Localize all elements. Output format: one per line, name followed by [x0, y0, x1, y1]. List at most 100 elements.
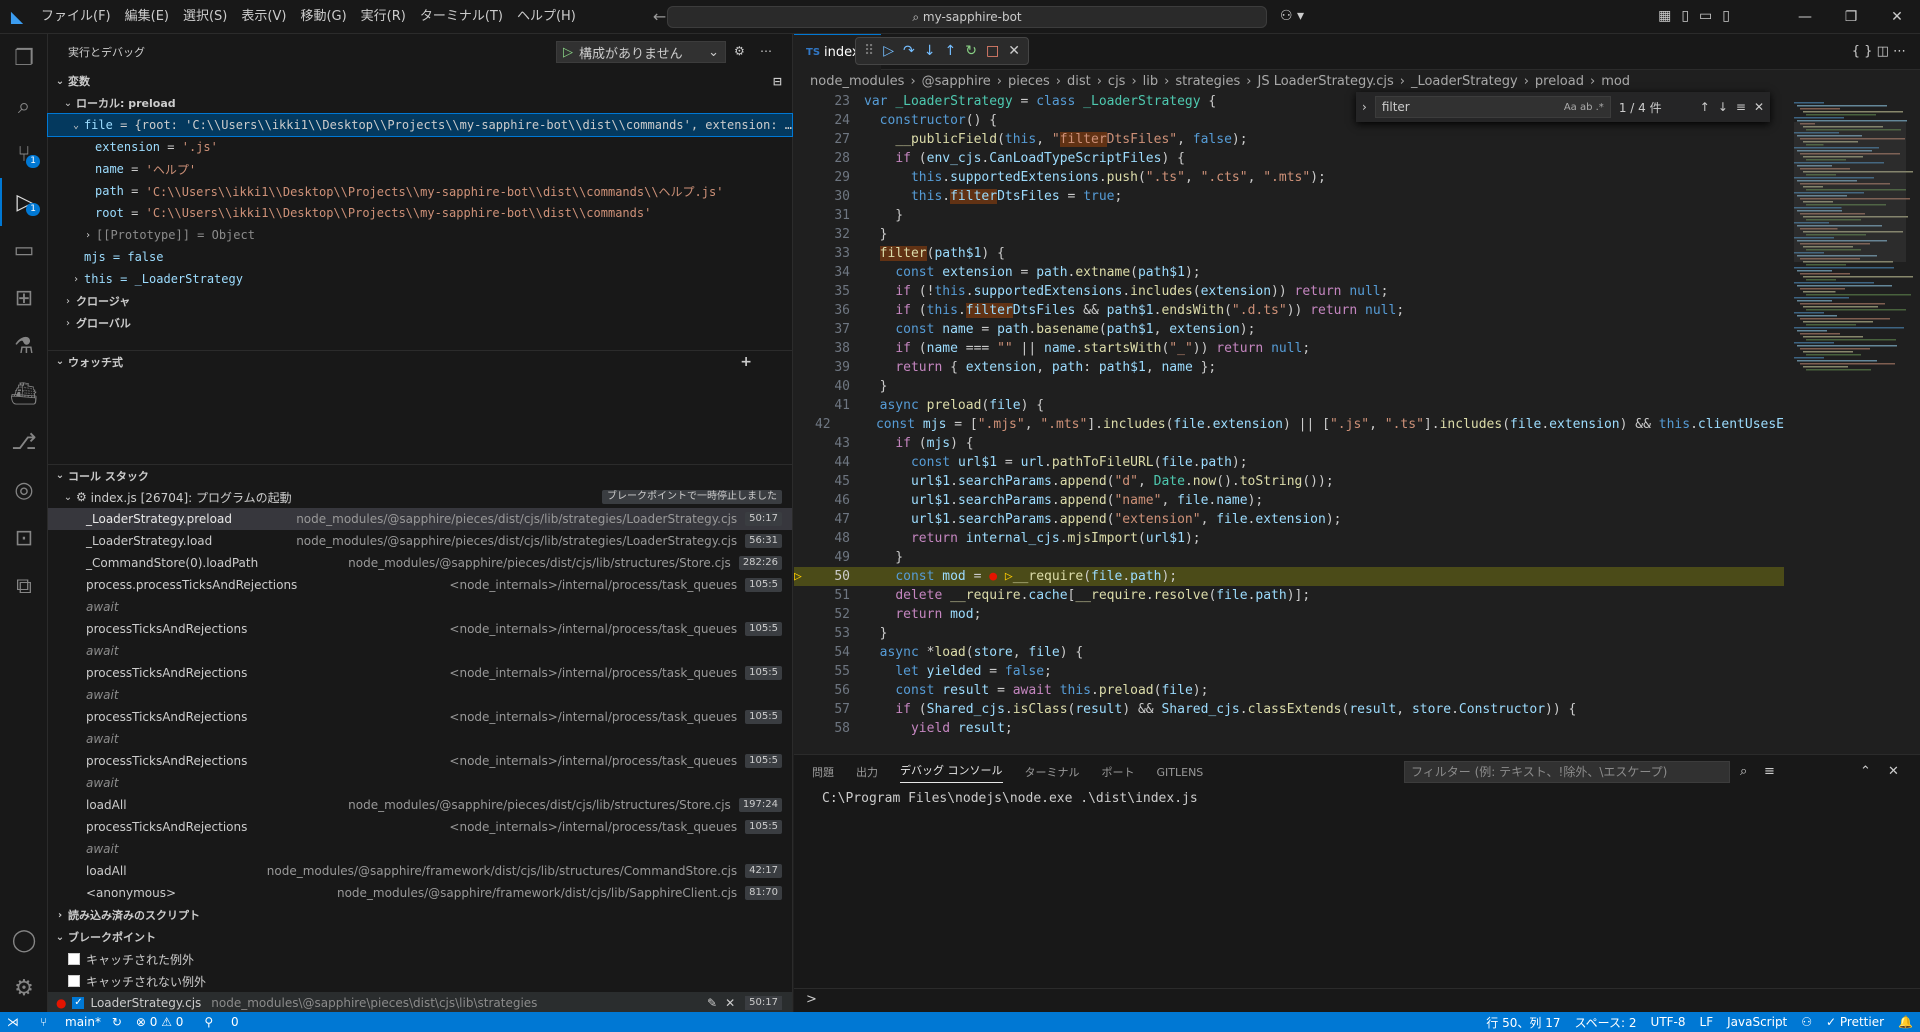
edit-breakpoint-icon[interactable]: ✎: [707, 996, 717, 1010]
breadcrumb-item[interactable]: strategies: [1175, 74, 1240, 89]
split-editor-icon[interactable]: { } ◫ ⋯: [1852, 44, 1906, 59]
gutter[interactable]: [794, 168, 808, 187]
close-panel-icon[interactable]: ✕: [1888, 764, 1899, 779]
gutter[interactable]: [794, 681, 808, 700]
step-over-icon[interactable]: ↷: [903, 43, 915, 59]
gutter[interactable]: [794, 244, 808, 263]
minimap[interactable]: [1784, 92, 1920, 754]
gutter[interactable]: [794, 149, 808, 168]
code-line[interactable]: 43 if (mjs) {: [794, 434, 1784, 453]
gutter[interactable]: [794, 491, 808, 510]
search-view-icon[interactable]: ⌕: [0, 82, 48, 130]
drag-handle-icon[interactable]: ⠿: [864, 43, 874, 59]
code-line[interactable]: 30 this.filterDtsFiles = true;: [794, 187, 1784, 206]
minimap-viewport[interactable]: [1794, 122, 1906, 262]
code-line[interactable]: 49 }: [794, 548, 1784, 567]
gutter[interactable]: [794, 700, 808, 719]
code-line[interactable]: 39 return { extension, path: path$1, nam…: [794, 358, 1784, 377]
variable-row[interactable]: extension = '.js': [48, 136, 792, 158]
callstack-frame[interactable]: processTicksAndRejections <node_internals…: [48, 750, 792, 772]
menu-selection[interactable]: 選択(S): [176, 0, 234, 34]
code-line[interactable]: 45 url$1.searchParams.append("d", Date.n…: [794, 472, 1784, 491]
gutter[interactable]: [794, 529, 808, 548]
find-input[interactable]: filter Aa ab .*: [1374, 96, 1611, 118]
breadcrumb-item[interactable]: dist: [1067, 74, 1091, 89]
language-mode[interactable]: JavaScript: [1720, 1015, 1794, 1029]
restart-icon[interactable]: ↻: [965, 43, 977, 59]
gutter[interactable]: [794, 130, 808, 149]
tab-output[interactable]: 出力: [856, 764, 878, 780]
errors-status[interactable]: ⊗ 0 ⚠ 0: [129, 1015, 191, 1029]
copilot-status-icon[interactable]: ⚇: [1794, 1015, 1819, 1029]
find-options[interactable]: Aa ab .*: [1564, 102, 1604, 113]
extra-view-icon[interactable]: ⧉: [0, 562, 48, 610]
gear-icon[interactable]: ⚙: [734, 44, 745, 58]
code-line[interactable]: 58 yield result;: [794, 719, 1784, 738]
remote-explorer-icon[interactable]: ▭: [0, 226, 48, 274]
tab-ports[interactable]: ポート: [1102, 764, 1135, 780]
play-icon[interactable]: ▷: [563, 45, 573, 60]
back-arrow-icon[interactable]: ←: [653, 7, 666, 26]
variable-row[interactable]: root = 'C:\\Users\\ikki1\\Desktop\\Proje…: [48, 202, 792, 224]
menu-go[interactable]: 移動(G): [293, 0, 353, 34]
gutter[interactable]: [794, 92, 808, 111]
gutter[interactable]: [794, 320, 808, 339]
callstack-frame[interactable]: _LoaderStrategy.preload node_modules/@sap…: [48, 508, 792, 530]
code-line[interactable]: 29 this.supportedExtensions.push(".ts", …: [794, 168, 1784, 187]
tab-terminal[interactable]: ターミナル: [1025, 764, 1080, 780]
source-control-icon[interactable]: ⑂ 1: [0, 130, 48, 178]
breakpoints-section-header[interactable]: ⌄ ブレークポイント: [48, 926, 792, 948]
callstack-frame[interactable]: loadAll node_modules/@sapphire/pieces/dis…: [48, 794, 792, 816]
checkbox-checked[interactable]: ✓: [72, 997, 85, 1009]
callstack-frame[interactable]: loadAll node_modules/@sapphire/framework/…: [48, 860, 792, 882]
code-line[interactable]: 32 }: [794, 225, 1784, 244]
breadcrumb-item[interactable]: @sapphire: [922, 74, 991, 89]
breadcrumb-item[interactable]: _LoaderStrategy: [1411, 74, 1518, 89]
breadcrumb-item[interactable]: pieces: [1008, 74, 1050, 89]
global-scope-row[interactable]: › グローバル: [48, 312, 792, 334]
thread-row[interactable]: ⌄ ⚙ index.js [26704]: プログラムの起動 ブレークポイントで…: [48, 486, 792, 508]
gutter[interactable]: [794, 643, 808, 662]
restore-icon[interactable]: ❐: [1828, 0, 1874, 34]
remove-breakpoint-icon[interactable]: ✕: [725, 996, 735, 1010]
ports-status[interactable]: ⚲ 0: [190, 1015, 252, 1029]
account-icon[interactable]: ◯: [0, 916, 48, 964]
checkbox[interactable]: [68, 975, 80, 987]
tab-problems[interactable]: 問題: [812, 764, 834, 780]
gitlens-icon[interactable]: ⎇: [0, 418, 48, 466]
menu-view[interactable]: 表示(V): [234, 0, 293, 34]
code-line[interactable]: 56 const result = await this.preload(fil…: [794, 681, 1784, 700]
gutter[interactable]: [794, 719, 808, 738]
callstack-frame[interactable]: <anonymous> node_modules/@sapphire/framew…: [48, 882, 792, 904]
code-line[interactable]: 44 const url$1 = url.pathToFileURL(file.…: [794, 453, 1784, 472]
gutter[interactable]: [794, 339, 808, 358]
remote-icon[interactable]: ⋊: [0, 1015, 26, 1029]
breakpoint-uncaught-row[interactable]: キャッチされない例外: [48, 970, 792, 992]
indentation[interactable]: スペース: 2: [1567, 1014, 1643, 1031]
variable-row[interactable]: name = 'ヘルプ': [48, 158, 792, 180]
closure-scope-row[interactable]: › クロージャ: [48, 290, 792, 312]
git-graph-icon[interactable]: ◎: [0, 466, 48, 514]
gutter[interactable]: [794, 472, 808, 491]
manage-gear-icon[interactable]: ⚙: [0, 964, 48, 1012]
breadcrumb-item[interactable]: lib: [1143, 74, 1158, 89]
code-line[interactable]: 28 if (env_cjs.CanLoadTypeScriptFiles) {: [794, 149, 1784, 168]
maximize-panel-icon[interactable]: ⌃: [1860, 764, 1871, 779]
toggle-secondary-sidebar-icon[interactable]: ▯: [1722, 8, 1730, 24]
code-line[interactable]: 55 let yielded = false;: [794, 662, 1784, 681]
callstack-frame[interactable]: process.processTicksAndRejections <node_i…: [48, 574, 792, 596]
code-line[interactable]: 27 __publicField(this, "filterDtsFiles",…: [794, 130, 1784, 149]
gutter[interactable]: [794, 225, 808, 244]
more-actions-icon[interactable]: ⋯: [760, 44, 772, 58]
code-line[interactable]: 48 return internal_cjs.mjsImport(url$1);: [794, 529, 1784, 548]
code-line[interactable]: 36 if (this.filterDtsFiles && path$1.end…: [794, 301, 1784, 320]
customize-layout-icon[interactable]: ▦: [1658, 8, 1671, 24]
code-line[interactable]: 46 url$1.searchParams.append("name", fil…: [794, 491, 1784, 510]
docker-icon[interactable]: ⛴: [0, 370, 48, 418]
continue-icon[interactable]: ▷: [883, 43, 894, 59]
toggle-sidebar-icon[interactable]: ▯: [1681, 8, 1689, 24]
close-window-icon[interactable]: ✕: [1874, 0, 1920, 34]
container-icon[interactable]: ⊡: [0, 514, 48, 562]
chevron-right-icon[interactable]: ›: [1362, 100, 1367, 114]
code-line[interactable]: 52 return mod;: [794, 605, 1784, 624]
